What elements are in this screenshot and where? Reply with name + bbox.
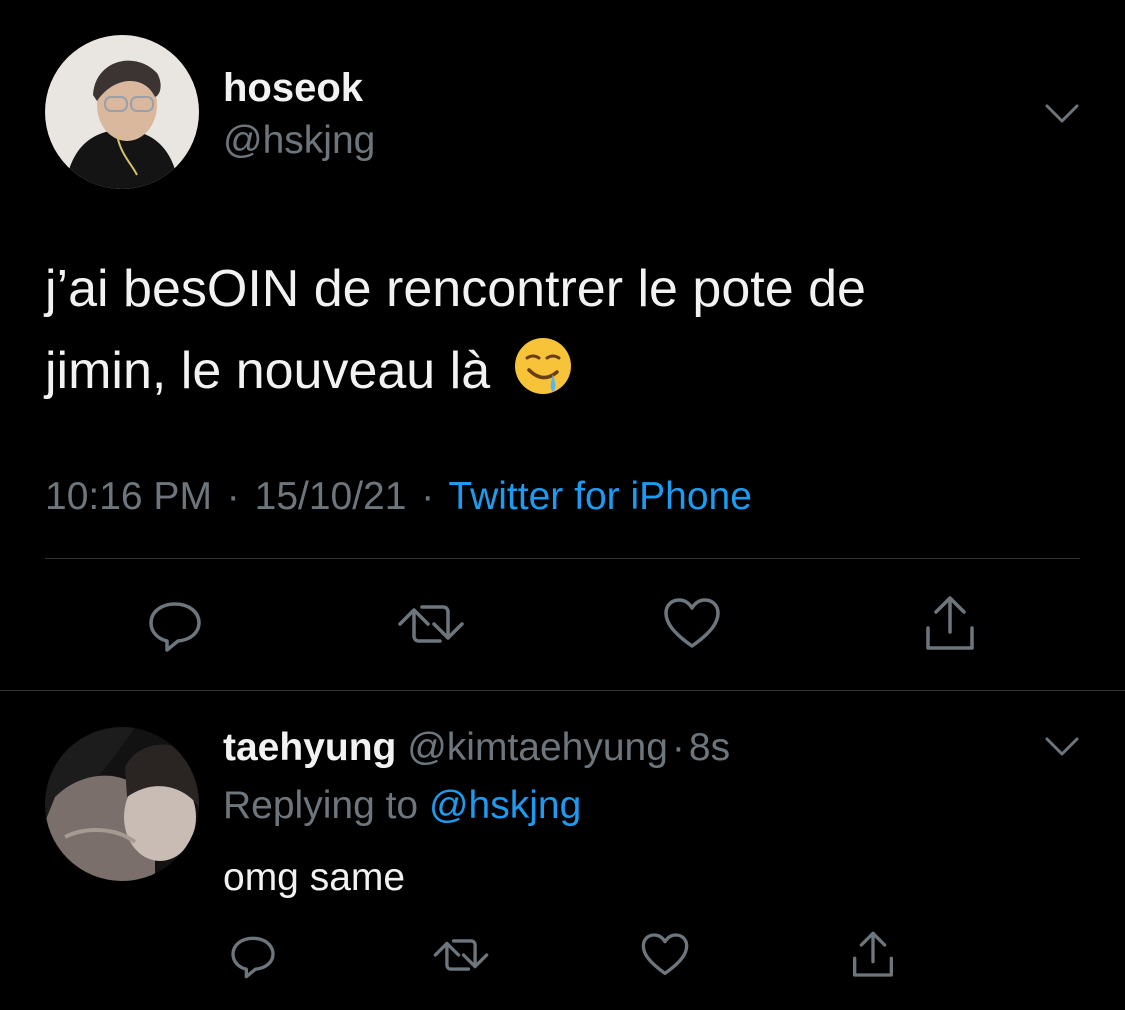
- reply-text: omg same: [223, 856, 406, 899]
- tweet-meta: 10:16 PM · 15/10/21 · Twitter for iPhone: [45, 474, 752, 520]
- share-icon[interactable]: [920, 594, 980, 654]
- author-avatar-image: [45, 35, 199, 189]
- reply-handle[interactable]: @kimtaehyung: [407, 726, 668, 769]
- drooling-face-emoji-icon: [513, 336, 573, 420]
- tweet-source-link[interactable]: Twitter for iPhone: [448, 475, 751, 518]
- retweet-icon[interactable]: [396, 594, 466, 654]
- replying-to-label: Replying to: [223, 784, 419, 827]
- share-icon[interactable]: [848, 930, 898, 980]
- reply-options-chevron-down-icon[interactable]: [1042, 733, 1082, 763]
- meta-separator: ·: [421, 475, 435, 518]
- tweet-text: j’ai besOIN de rencontrer le pote de jim…: [45, 248, 866, 420]
- tweet-text-line-1: j’ai besOIN de rencontrer le pote de: [45, 260, 866, 318]
- tweet-options-chevron-down-icon[interactable]: [1042, 100, 1082, 130]
- author-avatar[interactable]: [45, 35, 199, 189]
- reply-age[interactable]: 8s: [689, 726, 730, 769]
- reply-author-avatar[interactable]: [45, 727, 199, 881]
- reply-icon[interactable]: [228, 930, 278, 980]
- reply-separator: ·: [671, 726, 685, 769]
- replying-to: Replying to @hskjng: [223, 783, 581, 829]
- reply-header: taehyung @kimtaehyung · 8s: [223, 725, 730, 771]
- meta-separator: ·: [226, 475, 240, 518]
- author-handle[interactable]: @hskjng: [223, 118, 375, 164]
- tweet-text-line-2: jimin, le nouveau là: [45, 342, 491, 400]
- tweet-date[interactable]: 15/10/21: [255, 475, 407, 518]
- reply-icon[interactable]: [145, 594, 205, 654]
- replying-to-handle[interactable]: @hskjng: [429, 784, 581, 827]
- like-icon[interactable]: [640, 930, 690, 980]
- reply-author-avatar-image: [45, 727, 199, 881]
- meta-divider: [45, 558, 1080, 559]
- tweet-time[interactable]: 10:16 PM: [45, 475, 212, 518]
- like-icon[interactable]: [662, 594, 722, 654]
- retweet-icon[interactable]: [432, 930, 490, 980]
- reply-display-name[interactable]: taehyung: [223, 726, 396, 769]
- author-display-name[interactable]: hoseok: [223, 64, 363, 112]
- thread-divider: [0, 690, 1125, 691]
